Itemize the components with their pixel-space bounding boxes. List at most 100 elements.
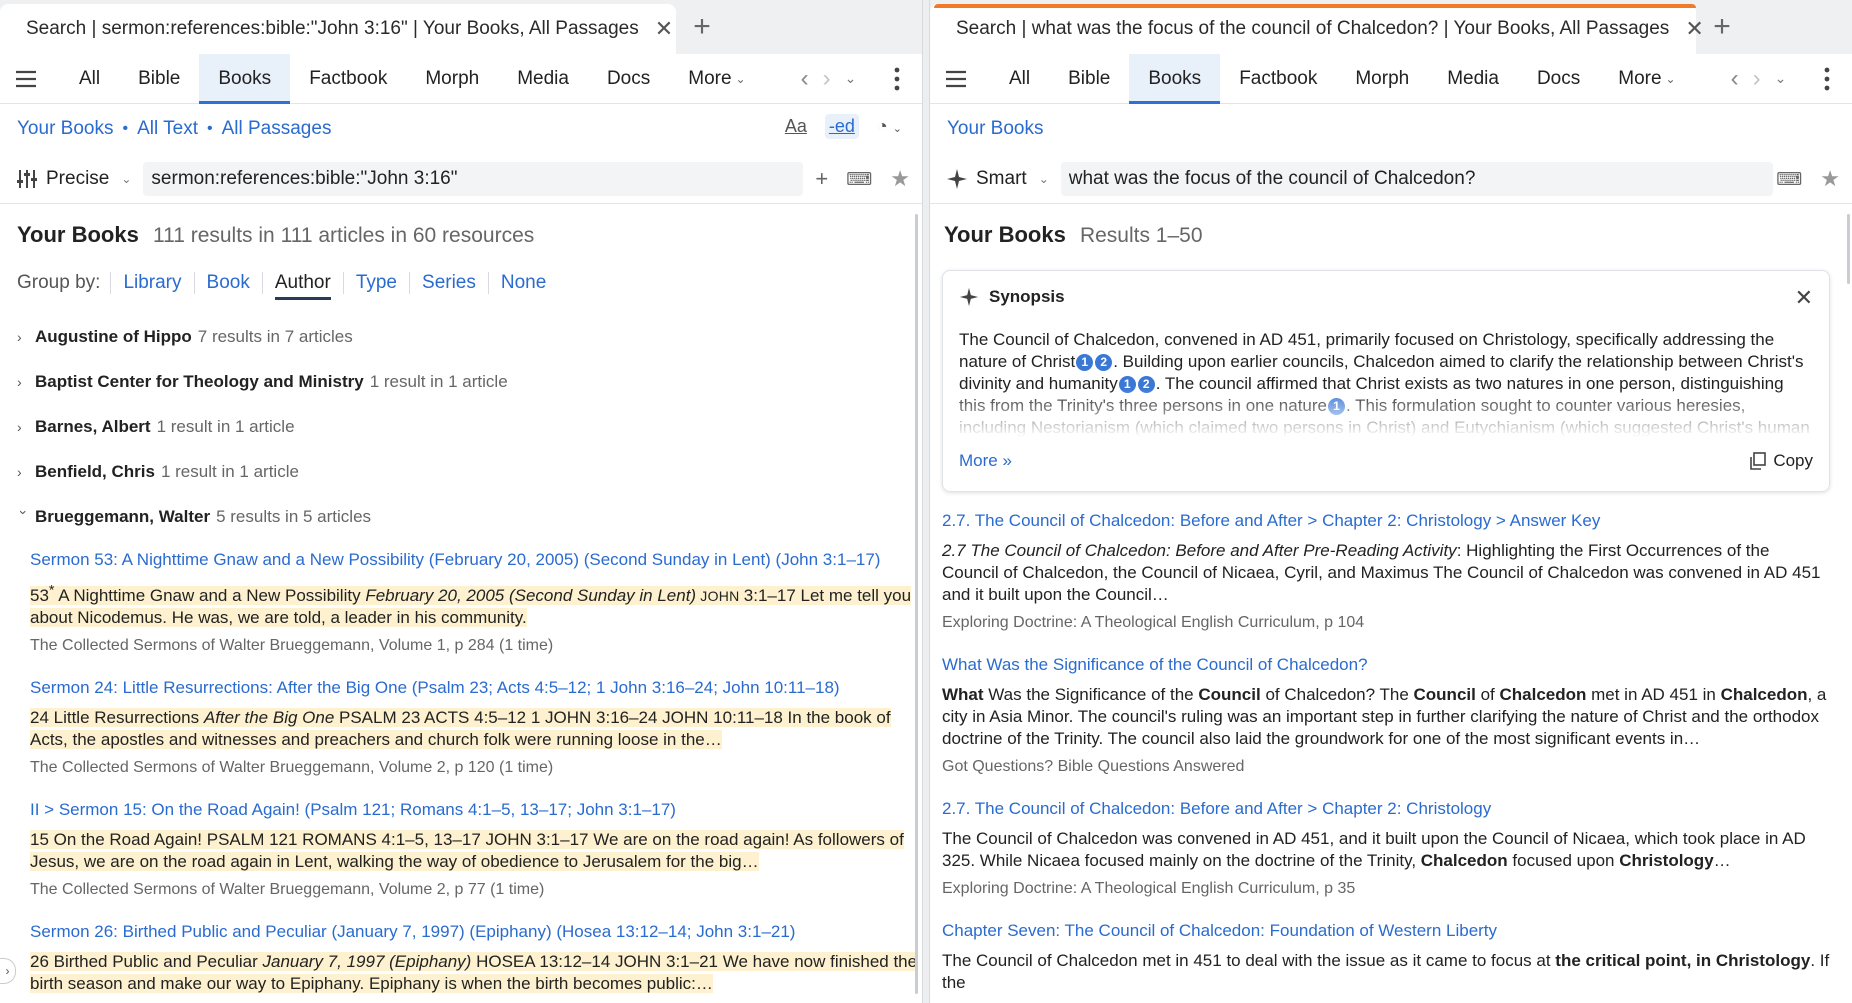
close-icon[interactable]: ✕ — [1795, 285, 1813, 311]
citation-badge[interactable]: 2 — [1137, 375, 1155, 393]
group-by-none[interactable]: None — [487, 272, 558, 294]
snippet-bold: Council — [1413, 685, 1476, 704]
tab-more[interactable]: More ⌄ — [669, 54, 764, 104]
tab-books[interactable]: Books — [199, 53, 291, 104]
result-title-link[interactable]: Sermon 53: A Nighttime Gnaw and a New Po… — [30, 549, 922, 571]
result-source[interactable]: The Collected Sermons of Walter Brueggem… — [30, 881, 922, 899]
search-tab[interactable]: Search | sermon:references:bible:"John 3… — [0, 4, 676, 54]
kebab-menu-icon[interactable] — [1824, 67, 1830, 91]
author-group-row[interactable]: › Brueggemann, Walter 5 results in 5 artic… — [16, 494, 922, 539]
back-arrow-icon[interactable]: ‹ — [801, 65, 809, 93]
tab-docs[interactable]: Docs — [588, 54, 669, 104]
tab-strip: Search | sermon:references:bible:"John 3… — [0, 0, 922, 54]
group-by-label: Group by: — [17, 272, 101, 293]
author-group-row[interactable]: › Barnes, Albert 1 result in 1 article — [17, 404, 922, 449]
chevron-right-icon: › — [17, 463, 22, 480]
scope-all-text[interactable]: All Text — [137, 118, 198, 140]
author-group-row[interactable]: › Benfield, Chris 1 result in 1 article — [17, 449, 922, 494]
group-by-book[interactable]: Book — [193, 272, 262, 294]
citation-badge[interactable]: 1 — [1076, 353, 1094, 371]
panel-splitter[interactable] — [922, 0, 930, 1003]
chevron-down-icon: ⌄ — [735, 71, 746, 86]
scrollbar[interactable] — [915, 214, 918, 994]
citation-badge[interactable]: 2 — [1095, 353, 1113, 371]
tab-all[interactable]: All — [990, 54, 1049, 104]
result-source[interactable]: The Collected Sermons of Walter Brueggem… — [30, 637, 922, 655]
scrollbar[interactable] — [1847, 214, 1850, 284]
back-arrow-icon[interactable]: ‹ — [1731, 65, 1739, 93]
citation-badge[interactable]: 1 — [1327, 397, 1345, 415]
result-snippet: The Council of Chalcedon met in 451 to d… — [942, 950, 1830, 994]
tab-media[interactable]: Media — [1428, 54, 1518, 104]
synopsis-more-link[interactable]: More » — [959, 451, 1012, 471]
search-mode-dropdown[interactable]: Precise ⌄ — [16, 168, 131, 190]
keyboard-icon[interactable]: ⌨ — [846, 169, 872, 190]
tab-media[interactable]: Media — [498, 54, 588, 104]
search-tab[interactable]: Search | what was the focus of the counc… — [930, 4, 1704, 54]
new-tab-button[interactable]: + — [1696, 0, 1748, 54]
group-by-type[interactable]: Type — [342, 272, 409, 294]
close-tab-icon[interactable]: ✕ — [655, 16, 673, 41]
snippet-bold: Chalcedon — [1720, 685, 1808, 704]
star-icon[interactable]: ★ — [1820, 166, 1840, 192]
result-source[interactable]: Exploring Doctrine: A Theological Englis… — [942, 880, 1830, 898]
snippet-italic: After the Big One — [203, 707, 335, 727]
citation-badge[interactable]: 1 — [1118, 375, 1136, 393]
tab-more[interactable]: More ⌄ — [1599, 54, 1694, 104]
search-input[interactable] — [1060, 161, 1773, 196]
author-count: 5 results in 5 articles — [216, 506, 372, 526]
query-bar: Precise ⌄ + ⌨ ★ — [0, 154, 922, 204]
tab-books[interactable]: Books — [1129, 53, 1221, 104]
forward-arrow-icon[interactable]: › — [1753, 65, 1761, 93]
menu-icon[interactable] — [14, 67, 38, 91]
author-group-row[interactable]: › Augustine of Hippo 7 results in 7 articl… — [17, 314, 922, 359]
keyboard-icon[interactable]: ⌨ — [1776, 169, 1802, 190]
tab-factbook[interactable]: Factbook — [290, 54, 406, 104]
history-dropdown-icon[interactable]: ⌄ — [845, 70, 857, 87]
result-title-link[interactable]: Sermon 26: Birthed Public and Peculiar (… — [30, 921, 922, 943]
tab-factbook[interactable]: Factbook — [1220, 54, 1336, 104]
menu-icon[interactable] — [944, 67, 968, 91]
result-source[interactable]: Got Questions? Bible Questions Answered — [942, 758, 1830, 776]
results-panel: Your Books 111 results in 111 articles i… — [0, 222, 922, 995]
inflection-button[interactable]: -ed — [824, 114, 859, 139]
font-size-button[interactable]: Aa — [781, 114, 811, 139]
snippet-text: 26 Birthed Public and Peculiar — [30, 951, 263, 971]
right-panel: Search | what was the focus of the counc… — [930, 0, 1852, 1003]
result-title-link[interactable]: II > Sermon 15: On the Road Again! (Psal… — [30, 799, 922, 821]
tab-bible[interactable]: Bible — [1049, 54, 1129, 104]
result-title-link[interactable]: 2.7. The Council of Chalcedon: Before an… — [942, 510, 1830, 532]
tab-all[interactable]: All — [60, 54, 119, 104]
add-icon[interactable]: + — [815, 166, 828, 192]
snippet-text: Was the Significance of the — [983, 685, 1199, 704]
history-clock-icon[interactable]: ◔ ⌄ — [873, 114, 906, 139]
scope-your-books[interactable]: Your Books — [17, 118, 113, 140]
forward-arrow-icon[interactable]: › — [823, 65, 831, 93]
group-by-series[interactable]: Series — [409, 272, 488, 294]
result-title-link[interactable]: What Was the Significance of the Council… — [942, 654, 1830, 676]
result-title-link[interactable]: Sermon 24: Little Resurrections: After t… — [30, 677, 922, 699]
snippet-text: focused upon — [1507, 851, 1620, 870]
close-tab-icon[interactable]: ✕ — [1685, 16, 1703, 41]
group-by-author[interactable]: Author — [261, 272, 343, 300]
star-icon[interactable]: ★ — [890, 166, 910, 192]
copy-button[interactable]: Copy — [1749, 451, 1813, 471]
search-mode-dropdown[interactable]: Smart ⌄ — [946, 168, 1049, 190]
group-by-library[interactable]: Library — [110, 272, 193, 294]
snippet-italic: 2.7 The Council of Chalcedon: Before and… — [942, 541, 1457, 560]
tab-morph[interactable]: Morph — [406, 54, 498, 104]
kebab-menu-icon[interactable] — [894, 67, 900, 91]
result-title-link[interactable]: Chapter Seven: The Council of Chalcedon:… — [942, 920, 1830, 942]
result-source[interactable]: The Collected Sermons of Walter Brueggem… — [30, 759, 922, 777]
history-dropdown-icon[interactable]: ⌄ — [1775, 70, 1787, 87]
tab-morph[interactable]: Morph — [1336, 54, 1428, 104]
result-title-link[interactable]: 2.7. The Council of Chalcedon: Before an… — [942, 798, 1830, 820]
tab-docs[interactable]: Docs — [1518, 54, 1599, 104]
result-source[interactable]: Exploring Doctrine: A Theological Englis… — [942, 614, 1830, 632]
author-group-row[interactable]: › Baptist Center for Theology and Ministr… — [17, 359, 922, 404]
new-tab-button[interactable]: + — [676, 0, 728, 54]
tab-bible[interactable]: Bible — [119, 54, 199, 104]
search-input[interactable] — [143, 161, 804, 196]
scope-your-books[interactable]: Your Books — [947, 118, 1043, 140]
scope-all-passages[interactable]: All Passages — [222, 118, 332, 140]
